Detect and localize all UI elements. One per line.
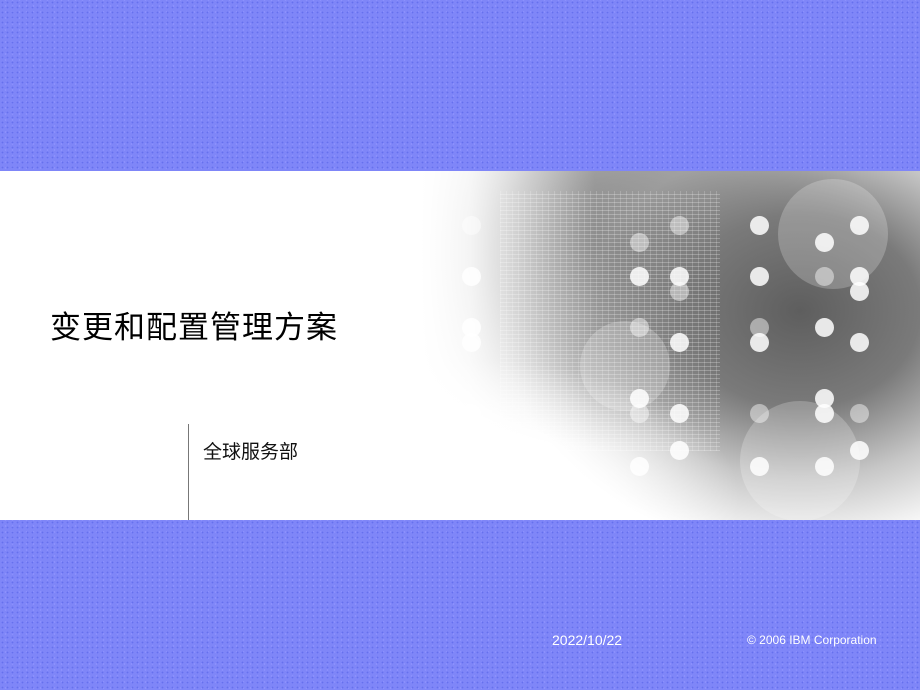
footer-copyright: © 2006 IBM Corporation	[747, 633, 877, 647]
title-band: 变更和配置管理方案 全球服务部	[0, 171, 920, 520]
subtitle-divider	[188, 424, 189, 520]
footer-date: 2022/10/22	[552, 632, 623, 648]
slide-subtitle: 全球服务部	[203, 441, 299, 463]
slide-title: 变更和配置管理方案	[50, 310, 338, 346]
hero-image	[420, 171, 920, 520]
bottom-blue-band	[0, 520, 920, 690]
top-blue-band	[0, 0, 920, 171]
